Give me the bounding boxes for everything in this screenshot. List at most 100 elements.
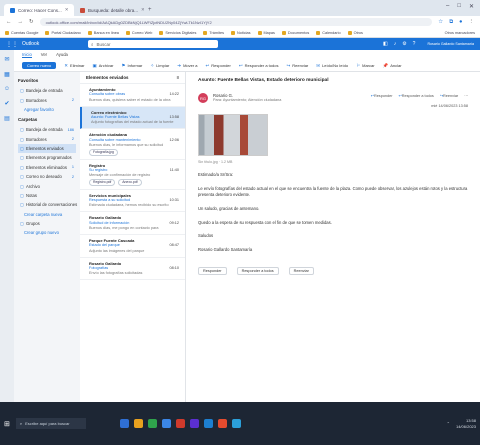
url-field[interactable]: outlook.office.com/mail/inbox/id/AAQkADg… bbox=[39, 18, 433, 26]
folder-item[interactable]: ▢ Notas bbox=[18, 191, 76, 200]
ribbon-command[interactable]: ➔ Mover a bbox=[177, 63, 197, 69]
search-input[interactable]: Buscar bbox=[97, 42, 111, 47]
folders-header[interactable]: Carpetas bbox=[18, 117, 76, 122]
bookmark-item[interactable]: Documentos bbox=[281, 30, 309, 35]
attachment-chip[interactable]: Registro.pdf bbox=[89, 179, 116, 186]
back-icon[interactable]: ← bbox=[6, 19, 12, 25]
taskbar-search-input[interactable]: Escribe aquí para buscar bbox=[25, 421, 69, 426]
attachment-chip[interactable]: Fotografía.jpg bbox=[89, 148, 118, 156]
taskbar-app-icon[interactable] bbox=[189, 419, 199, 428]
calendar-icon[interactable]: ▦ bbox=[4, 71, 10, 78]
list-item[interactable]: Registro Su registro 11:40 Mensaje de confi… bbox=[80, 160, 185, 190]
list-item[interactable]: Correo electrónico Asunto: Fuente Bellas … bbox=[80, 106, 185, 130]
taskbar-app-icon[interactable] bbox=[231, 419, 241, 428]
taskbar-app-icon[interactable] bbox=[161, 419, 171, 428]
bell-icon[interactable]: ♪ bbox=[394, 41, 397, 47]
taskbar-app-icon[interactable] bbox=[175, 419, 185, 428]
bookmark-item[interactable]: Mapas bbox=[257, 30, 275, 35]
new-tab-icon[interactable]: + bbox=[148, 7, 152, 13]
reload-icon[interactable]: ↻ bbox=[29, 19, 34, 25]
mail-icon[interactable]: ✉ bbox=[4, 56, 9, 63]
ribbon-command[interactable]: ▣ Archivar bbox=[92, 63, 113, 69]
other-bookmarks[interactable]: Otros marcadores bbox=[445, 31, 475, 35]
filter-icon[interactable]: ≡ bbox=[176, 75, 179, 80]
avatar[interactable]: RG bbox=[198, 93, 208, 103]
folder-item[interactable]: ▢ Elementos eliminados 1 bbox=[18, 163, 76, 172]
message-action[interactable]: ↩Responder a todos bbox=[399, 93, 434, 98]
help-icon[interactable]: ? bbox=[413, 41, 416, 47]
folder-item[interactable]: Crear carpeta nueva bbox=[18, 210, 76, 219]
bookmark-item[interactable]: Noticias bbox=[231, 30, 251, 35]
folder-item[interactable]: ▢ Elementos enviados bbox=[18, 143, 76, 154]
close-tab-icon[interactable]: ✕ bbox=[141, 7, 144, 13]
ribbon-command[interactable]: ↩ Responder bbox=[206, 63, 231, 69]
folder-item[interactable]: ▢ Grupos bbox=[18, 219, 76, 228]
reply-button[interactable]: Reenviar bbox=[288, 267, 314, 276]
folder-item[interactable]: ▢ Bandeja de entrada 186 bbox=[18, 125, 76, 134]
maximize-icon[interactable]: □ bbox=[457, 3, 461, 10]
gear-icon[interactable]: ⚙ bbox=[402, 41, 406, 47]
profile-icon[interactable]: ● bbox=[459, 19, 462, 26]
bookmark-item[interactable]: Cuentas Google bbox=[5, 30, 38, 35]
todo-icon[interactable]: ✔ bbox=[4, 100, 9, 107]
ribbon-command[interactable]: 📌 Anclar bbox=[383, 63, 402, 69]
ribbon-command[interactable]: ⚑ Informar bbox=[121, 63, 142, 69]
attachment-chip[interactable]: Anexo.pdf bbox=[118, 179, 142, 186]
taskbar-app-icon[interactable] bbox=[147, 419, 157, 428]
folder-item[interactable]: ▢ Borradores 2 bbox=[18, 95, 76, 104]
list-item[interactable]: Rosario Gallardo Fotografías 08:10 Envío la… bbox=[80, 258, 185, 281]
ribbon-command[interactable]: ✧ Limpiar bbox=[150, 63, 169, 69]
folder-item[interactable]: Agregar favorito bbox=[18, 105, 76, 114]
star-icon[interactable]: ☆ bbox=[438, 19, 443, 26]
list-item[interactable]: Servicios municipales Respuesta a su soli… bbox=[80, 190, 185, 213]
bookmark-item[interactable]: Servicios Digitales bbox=[159, 30, 196, 35]
ribbon-command[interactable]: ✕ Eliminar bbox=[64, 63, 84, 69]
bookmark-item[interactable]: Banca en linea bbox=[87, 30, 119, 35]
close-tab-icon[interactable]: ✕ bbox=[65, 7, 69, 13]
people-icon[interactable]: ☺ bbox=[4, 86, 10, 92]
bookmark-item[interactable]: Correo Web bbox=[125, 30, 152, 35]
list-item[interactable]: Rosario Gallardo Solicitud de información… bbox=[80, 212, 185, 236]
files-icon[interactable]: ▤ bbox=[4, 115, 10, 122]
ribbon-command[interactable]: ↩ Responder a todos bbox=[239, 63, 279, 69]
bookmark-item[interactable]: Portal Ciudadano bbox=[45, 30, 81, 35]
list-item[interactable]: Ayuntamiento Consulta sobre obras 14:22 Bue… bbox=[80, 84, 185, 107]
windows-start-icon[interactable]: ⊞ bbox=[4, 420, 10, 428]
bookmark-item[interactable]: Trámites bbox=[203, 30, 224, 35]
app-launcher-icon[interactable]: ⋮⋮ bbox=[6, 41, 18, 48]
folder-item[interactable]: ▢ Borradores 2 bbox=[18, 135, 76, 144]
list-item[interactable]: Parque Fuente Cascada Estado del parque 08… bbox=[80, 235, 185, 258]
new-mail-button[interactable]: Correo nuevo bbox=[22, 62, 57, 69]
reply-button[interactable]: Responder bbox=[198, 267, 227, 276]
list-item[interactable]: Atención ciudadana Consulta sobre manteni… bbox=[80, 129, 185, 160]
ribbon-command[interactable]: ⚐ Marcar bbox=[356, 63, 375, 69]
attached-photo[interactable] bbox=[198, 114, 268, 156]
message-action[interactable]: ↪Reenviar bbox=[440, 93, 458, 98]
ribbon-command[interactable]: ↪ Reenviar bbox=[286, 63, 308, 69]
app-brand[interactable]: Outlook bbox=[22, 41, 82, 47]
ribbon-tab[interactable]: Ayuda bbox=[56, 52, 68, 58]
message-action[interactable]: ↩Responder bbox=[371, 93, 393, 98]
user-account[interactable]: Rosario Gallardo Santamaría bbox=[427, 42, 474, 46]
folder-item[interactable]: ▢ Bandeja de entrada bbox=[18, 86, 76, 95]
ribbon-command[interactable]: ✉ Leído/No leído bbox=[316, 63, 348, 69]
teams-icon[interactable]: ◧ bbox=[383, 41, 388, 47]
folder-item[interactable]: Crear grupo nuevo bbox=[18, 228, 76, 237]
bookmark-item[interactable]: Otros bbox=[347, 30, 363, 35]
taskbar-app-icon[interactable] bbox=[133, 419, 143, 428]
bookmark-item[interactable]: Calendario bbox=[316, 30, 341, 35]
menu-icon[interactable]: ⋮ bbox=[469, 19, 475, 26]
folder-item[interactable]: ▢ Historial de conversaciones bbox=[18, 200, 77, 209]
browser-tab-search[interactable]: Busqueda: detalle obra... ✕ bbox=[74, 4, 144, 16]
forward-icon[interactable]: → bbox=[18, 19, 24, 25]
reply-button[interactable]: Responder a todos bbox=[236, 267, 279, 276]
taskbar-app-icon[interactable] bbox=[119, 419, 129, 428]
ribbon-tab[interactable]: Inicio bbox=[22, 52, 32, 58]
browser-tab-outlook[interactable]: Correo: Hacer Cons... ✕ bbox=[4, 4, 74, 16]
ribbon-tab[interactable]: Ver bbox=[41, 52, 47, 58]
minimize-icon[interactable]: – bbox=[446, 3, 449, 10]
attachment-line[interactable]: Sin título.jpg · 1.2 MB bbox=[198, 160, 468, 164]
network-icon[interactable]: ⌃ bbox=[447, 421, 450, 426]
search-box[interactable]: ⌕ Buscar bbox=[88, 40, 218, 48]
close-window-icon[interactable]: ✕ bbox=[469, 3, 474, 10]
